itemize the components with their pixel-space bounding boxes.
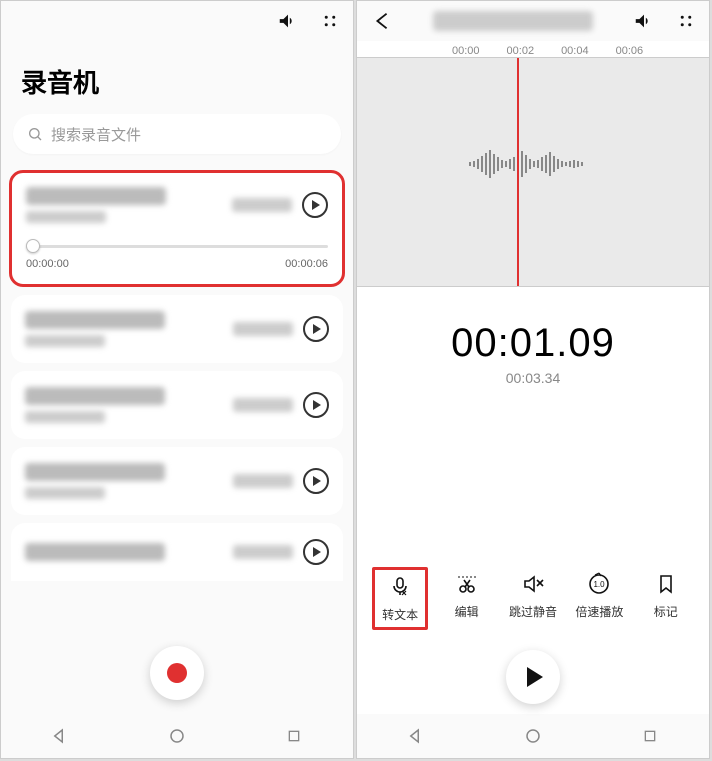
slider-start-time: 00:00:00 [26, 258, 69, 270]
back-icon[interactable] [371, 10, 393, 32]
recording-item[interactable] [11, 447, 343, 515]
recording-list: 00:00:00 00:00:06 [1, 164, 353, 714]
top-bar [1, 1, 353, 41]
system-nav [1, 714, 353, 758]
playhead[interactable] [517, 58, 519, 287]
timeline-label: 00:00 [452, 45, 480, 57]
top-bar [357, 1, 709, 41]
more-icon[interactable] [321, 12, 339, 30]
timeline-label: 00:02 [507, 45, 535, 57]
volume-icon[interactable] [633, 10, 655, 32]
home-nav-icon[interactable] [514, 727, 552, 745]
tool-label: 倍速播放 [575, 603, 623, 620]
tool-row: 转文本 编辑 跳过静音 1.0 倍速播放 [357, 567, 709, 630]
tool-skip-silence[interactable]: 跳过静音 [505, 567, 561, 630]
search-input[interactable]: 搜索录音文件 [13, 114, 341, 154]
recording-duration-redacted [232, 198, 292, 212]
recents-nav-icon[interactable] [631, 728, 669, 744]
page-title: 录音机 [1, 41, 353, 114]
back-nav-icon[interactable] [41, 727, 79, 745]
tool-label: 编辑 [455, 603, 479, 620]
recording-duration-redacted [233, 474, 293, 488]
more-icon[interactable] [677, 12, 695, 30]
timeline-labels: 00:00 00:02 00:04 00:06 [357, 45, 709, 57]
bookmark-icon [653, 571, 679, 597]
recording-name-redacted [26, 187, 166, 205]
current-time: 00:01.09 [357, 321, 709, 366]
total-time: 00:03.34 [357, 370, 709, 386]
play-button[interactable] [303, 316, 329, 342]
search-icon [27, 126, 43, 142]
recording-item[interactable] [11, 371, 343, 439]
play-button[interactable] [303, 392, 329, 418]
recording-name-redacted [25, 543, 165, 561]
slider-end-time: 00:00:06 [285, 258, 328, 270]
home-nav-icon[interactable] [158, 727, 196, 745]
recording-item[interactable] [11, 523, 343, 581]
play-button[interactable] [303, 468, 329, 494]
recording-date-redacted [25, 487, 105, 499]
speed-icon: 1.0 [586, 571, 612, 597]
system-nav [357, 714, 709, 758]
slider-thumb[interactable] [26, 239, 40, 253]
play-button[interactable] [506, 650, 560, 704]
volume-icon[interactable] [277, 10, 299, 32]
tool-transcribe[interactable]: 转文本 [372, 567, 428, 630]
tool-label: 跳过静音 [509, 603, 557, 620]
recording-duration-redacted [233, 545, 293, 559]
record-button[interactable] [150, 646, 204, 700]
recording-date-redacted [26, 211, 106, 223]
recents-nav-icon[interactable] [275, 728, 313, 744]
recording-item-current[interactable]: 00:00:00 00:00:06 [9, 170, 345, 287]
tool-mark[interactable]: 标记 [638, 567, 694, 630]
title-redacted [433, 11, 593, 31]
recorder-list-screen: 录音机 搜索录音文件 00:00:00 00 [0, 0, 354, 759]
search-placeholder: 搜索录音文件 [51, 124, 141, 145]
back-nav-icon[interactable] [397, 727, 435, 745]
waveform [469, 150, 583, 178]
transcribe-icon [387, 574, 413, 600]
waveform-timeline[interactable] [357, 57, 709, 287]
playback-screen: 00:00 00:02 00:04 00:06 00:01.09 00:03.3… [356, 0, 710, 759]
play-button[interactable] [303, 539, 329, 565]
recording-name-redacted [25, 387, 165, 405]
skip-silence-icon [520, 571, 546, 597]
recording-date-redacted [25, 411, 105, 423]
tool-edit[interactable]: 编辑 [439, 567, 495, 630]
timeline-label: 00:04 [561, 45, 589, 57]
recording-item[interactable] [11, 295, 343, 363]
recording-name-redacted [25, 311, 165, 329]
recording-duration-redacted [233, 322, 293, 336]
svg-text:1.0: 1.0 [594, 580, 606, 589]
tool-speed[interactable]: 1.0 倍速播放 [571, 567, 627, 630]
timeline-label: 00:06 [616, 45, 644, 57]
tool-label: 转文本 [382, 606, 418, 623]
recording-duration-redacted [233, 398, 293, 412]
progress-slider[interactable] [26, 245, 328, 248]
recording-name-redacted [25, 463, 165, 481]
tick-marks [357, 58, 709, 70]
edit-icon [454, 571, 480, 597]
recording-date-redacted [25, 335, 105, 347]
tool-label: 标记 [654, 603, 678, 620]
play-button[interactable] [302, 192, 328, 218]
